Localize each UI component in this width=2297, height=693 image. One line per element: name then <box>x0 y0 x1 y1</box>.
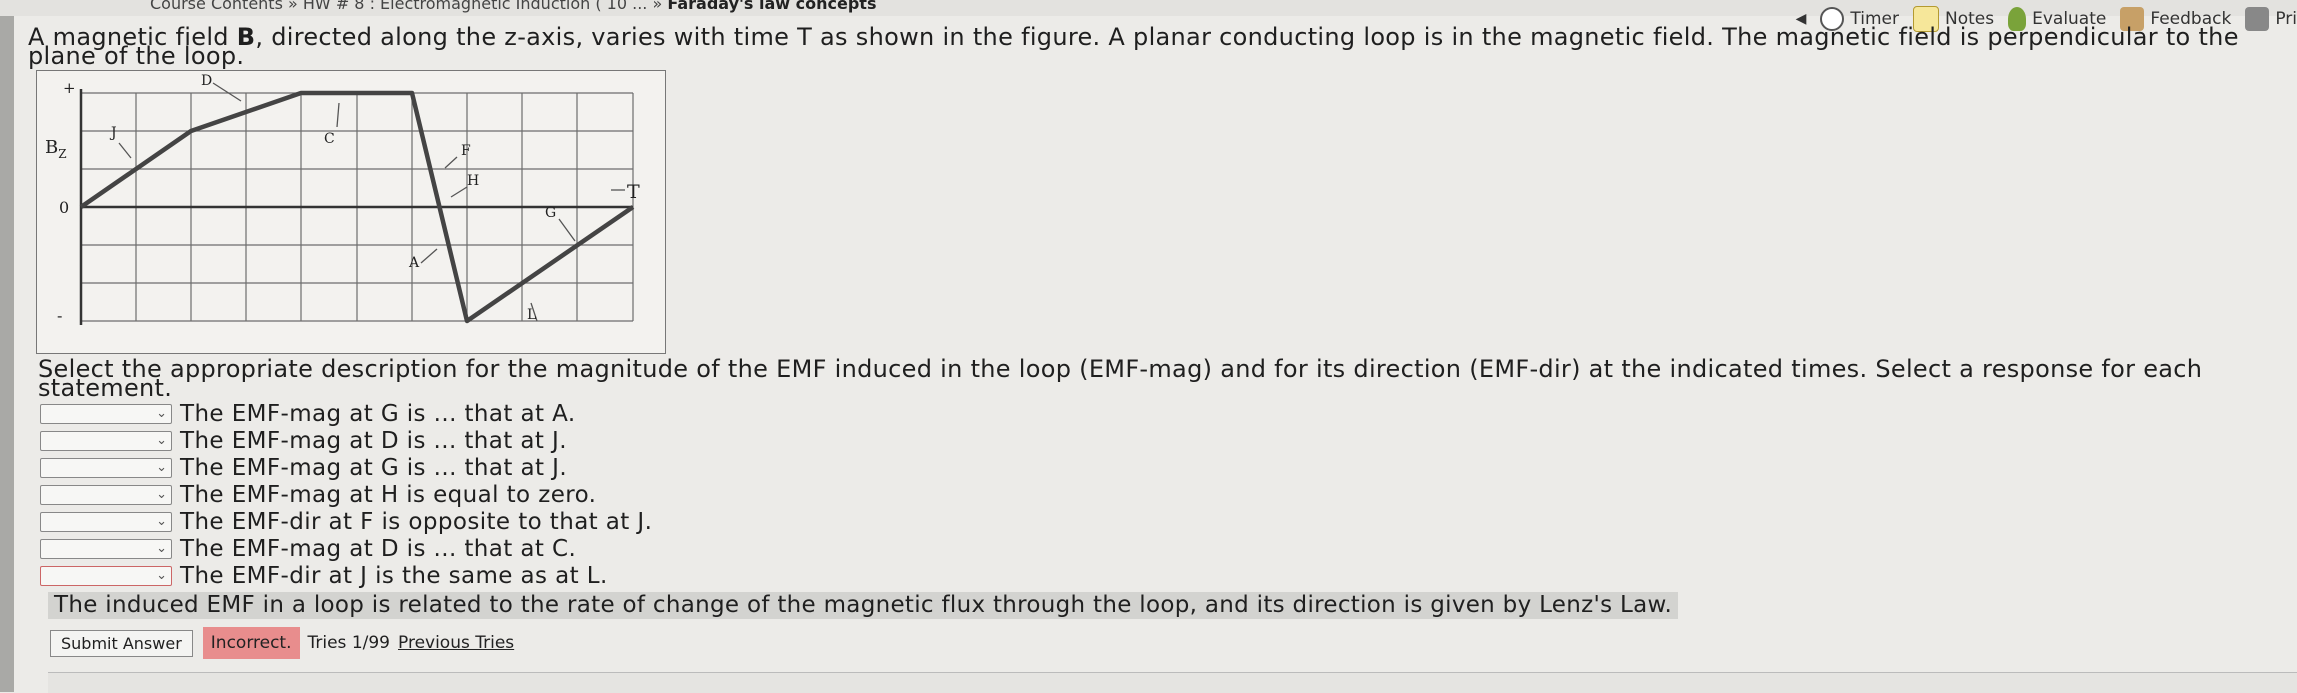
print-label: Pri <box>2275 9 2297 29</box>
pointer-d <box>212 82 242 102</box>
question-instructions: Select the appropriate description for t… <box>38 355 2203 402</box>
zero-tick-label: 0 <box>59 198 69 217</box>
statement-text: The EMF-mag at H is equal to zero. <box>180 481 597 508</box>
statement-row: ⌄ The EMF-mag at D is ... that at J. <box>40 427 652 454</box>
hint-text: The induced EMF in a loop is related to … <box>48 592 1679 619</box>
response-select[interactable]: ⌄ <box>40 538 172 559</box>
statement-row: ⌄ The EMF-dir at F is opposite to that a… <box>40 508 652 535</box>
response-select[interactable]: ⌄ <box>40 511 172 532</box>
chevron-down-icon: ⌄ <box>156 486 167 502</box>
pointer-h <box>450 186 468 198</box>
point-label-h: H <box>467 173 479 189</box>
breadcrumb-current: Faraday's law concepts <box>667 0 877 13</box>
problem-text-rest: , directed along the z-axis, varies with… <box>28 23 2239 70</box>
chevron-down-icon: ⌄ <box>156 513 167 529</box>
next-section-edge <box>48 672 2297 693</box>
response-select[interactable]: ⌄ <box>40 565 172 586</box>
bz-axis-label: BZ <box>45 137 67 161</box>
statement-text: The EMF-mag at D is ... that at J. <box>180 427 567 454</box>
bz-vs-time-figure: BZ + 0 - T J D C F H A G L <box>36 70 666 354</box>
statement-text: The EMF-mag at G is ... that at A. <box>180 400 576 427</box>
time-axis-label: T <box>627 181 640 203</box>
pointer-a <box>420 248 438 264</box>
point-label-a: A <box>408 255 420 271</box>
statement-row: ⌄ The EMF-mag at D is ... that at C. <box>40 535 652 562</box>
pointer-f <box>444 156 458 169</box>
chevron-down-icon: ⌄ <box>156 405 167 421</box>
pointer-c <box>336 102 340 128</box>
breadcrumb: Course Contents » HW # 8 : Electromagnet… <box>150 0 876 13</box>
point-label-d: D <box>201 73 212 89</box>
statement-row: ⌄ The EMF-dir at J is the same as at L. <box>40 562 652 589</box>
statement-row: ⌄ The EMF-mag at G is ... that at A. <box>40 400 652 427</box>
statement-row: ⌄ The EMF-mag at H is equal to zero. <box>40 481 652 508</box>
response-select[interactable]: ⌄ <box>40 430 172 451</box>
problem-statement: A magnetic field B, directed along the z… <box>28 25 2258 68</box>
statement-text: The EMF-dir at J is the same as at L. <box>180 562 608 589</box>
chevron-down-icon: ⌄ <box>156 459 167 475</box>
statement-text: The EMF-mag at D is ... that at C. <box>180 535 577 562</box>
breadcrumb-path[interactable]: Course Contents » HW # 8 : Electromagnet… <box>150 0 662 13</box>
chevron-down-icon: ⌄ <box>156 540 167 556</box>
answer-actions: Submit Answer Incorrect. Tries 1/99 Prev… <box>50 627 514 659</box>
statement-text: The EMF-mag at G is ... that at J. <box>180 454 568 481</box>
minus-tick-label: - <box>57 306 62 325</box>
point-label-l: L <box>527 307 536 323</box>
point-label-c: C <box>324 131 335 147</box>
tries-counter: Tries 1/99 <box>307 633 391 653</box>
chevron-down-icon: ⌄ <box>156 567 167 583</box>
incorrect-status-badge: Incorrect. <box>202 627 300 659</box>
response-select[interactable]: ⌄ <box>40 457 172 478</box>
statement-row: ⌄ The EMF-mag at G is ... that at J. <box>40 454 652 481</box>
previous-tries-link[interactable]: Previous Tries <box>398 633 514 653</box>
bz-graph: BZ + 0 - T J D C F H A G L <box>45 73 640 325</box>
response-select[interactable]: ⌄ <box>40 484 172 505</box>
plus-tick-label: + <box>63 79 76 97</box>
statement-list: ⌄ The EMF-mag at G is ... that at A. ⌄ T… <box>40 400 652 589</box>
chevron-down-icon: ⌄ <box>156 432 167 448</box>
point-label-g: G <box>545 205 556 221</box>
pointer-g <box>558 218 576 242</box>
statement-text: The EMF-dir at F is opposite to that at … <box>180 508 653 535</box>
submit-answer-button[interactable]: Submit Answer <box>50 629 193 657</box>
response-select[interactable]: ⌄ <box>40 403 172 424</box>
left-edge-strip <box>0 0 14 692</box>
point-label-f: F <box>461 143 471 159</box>
point-label-j: J <box>109 125 117 141</box>
pointer-j <box>118 142 132 159</box>
